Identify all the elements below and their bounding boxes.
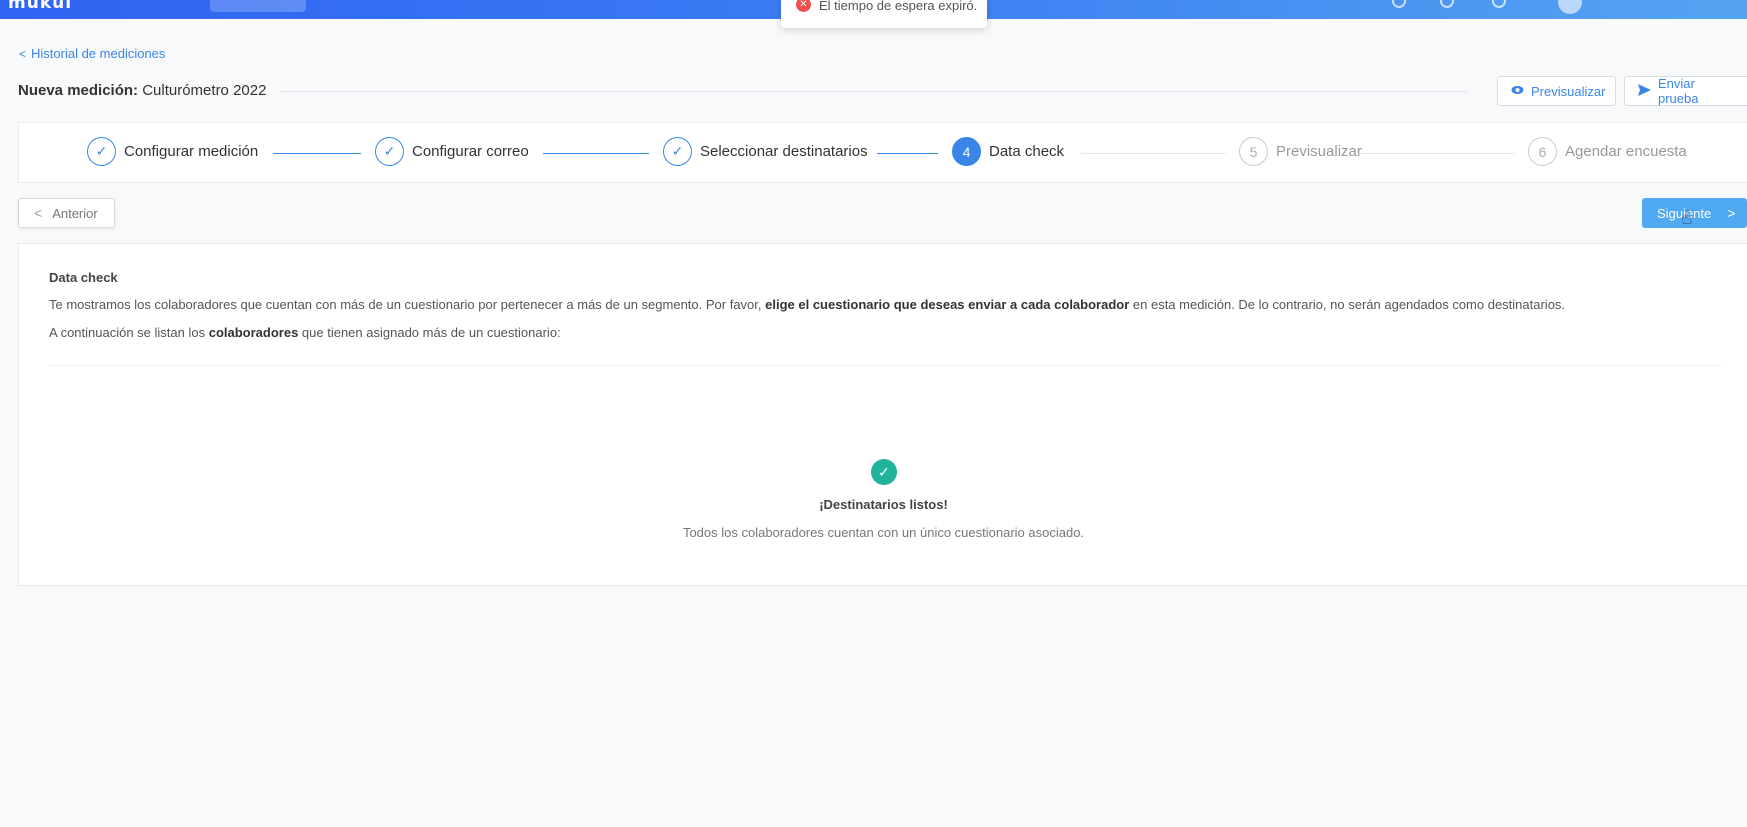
previous-button-label: Anterior (52, 205, 98, 221)
help-icon[interactable] (1440, 0, 1454, 8)
title-divider (280, 91, 1467, 92)
next-button[interactable]: Siguiente > (1642, 198, 1747, 228)
step-configurar-medicion[interactable]: ✓ Configurar medición (87, 137, 258, 166)
description-emphasis: elige el cuestionario que deseas enviar … (765, 297, 1130, 312)
preview-button[interactable]: Previsualizar (1497, 76, 1616, 106)
step-label: Configurar medición (124, 143, 259, 160)
empty-state-title: ¡Destinatarios listos! (819, 497, 948, 512)
breadcrumb-link[interactable]: Historial de mediciones (31, 46, 165, 61)
step-agendar-encuesta[interactable]: 6 Agendar encuesta (1528, 137, 1687, 166)
menu-icon[interactable] (1615, 0, 1629, 8)
step-data-check[interactable]: 4 Data check (952, 137, 1064, 166)
step-configurar-correo[interactable]: ✓ Configurar correo (375, 137, 529, 166)
page-title-prefix: Nueva medición: (18, 82, 139, 99)
content-divider (49, 365, 1721, 366)
step-number: 5 (1239, 137, 1268, 166)
step-label: Data check (989, 143, 1065, 160)
check-icon: ✓ (87, 137, 116, 166)
step-label: Agendar encuesta (1565, 143, 1687, 160)
error-circle-icon: ✕ (796, 0, 811, 12)
send-test-button[interactable]: Enviar prueba (1624, 76, 1747, 106)
chevron-left-icon: < (19, 46, 27, 61)
empty-state-text: Todos los colaboradores cuentan con un ú… (682, 525, 1085, 540)
success-check-icon: ✓ (871, 459, 897, 485)
step-label: Seleccionar destinatarios (700, 143, 868, 160)
step-number: 4 (952, 137, 981, 166)
step-label: Previsualizar (1276, 143, 1362, 160)
chevron-right-icon: > (1727, 205, 1736, 221)
step-previsualizar[interactable]: 5 Previsualizar (1239, 137, 1362, 166)
notifications-icon[interactable] (1392, 0, 1406, 8)
toast-message: El tiempo de espera expiró. (819, 0, 978, 13)
list-intro-paragraph: A continuación se listan los colaborador… (49, 325, 561, 340)
send-test-button-label: Enviar prueba (1658, 76, 1699, 106)
breadcrumb[interactable]: < Historial de mediciones (19, 46, 165, 61)
description-text: Te mostramos los colaboradores que cuent… (49, 297, 766, 312)
chevron-left-icon: < (34, 205, 43, 221)
check-icon: ✓ (375, 137, 404, 166)
send-icon (1638, 83, 1651, 99)
page-title-value: Culturómetro 2022 (142, 82, 267, 99)
list-intro-text: que tienen asignado más de un cuestionar… (298, 325, 561, 340)
description-paragraph: Te mostramos los colaboradores que cuent… (49, 297, 1565, 312)
eye-icon (1511, 84, 1524, 98)
error-toast: ✕ El tiempo de espera expiró. (781, 0, 987, 28)
nav-item[interactable] (110, 0, 150, 6)
step-number: 6 (1528, 137, 1557, 166)
step-connector (1081, 153, 1226, 154)
check-icon: ✓ (663, 137, 692, 166)
previous-button[interactable]: < Anterior (18, 198, 115, 228)
step-label: Configurar correo (412, 143, 529, 160)
app-logo[interactable]: mukul (8, 0, 72, 13)
section-heading: Data check (49, 270, 118, 285)
list-intro-emphasis: colaboradores (208, 325, 299, 340)
page-title: Nueva medición: Culturómetro 2022 (18, 82, 266, 99)
step-connector (543, 153, 649, 154)
step-connector (1359, 153, 1515, 154)
data-check-card: Data check Te mostramos los colaboradore… (18, 243, 1747, 586)
preview-button-label: Previsualizar (1531, 83, 1606, 99)
step-connector (273, 153, 361, 154)
step-connector (877, 153, 938, 154)
stepper: ✓ Configurar medición ✓ Configurar corre… (18, 122, 1747, 183)
settings-icon[interactable] (1492, 0, 1506, 8)
nav-item[interactable] (330, 0, 370, 6)
user-avatar[interactable] (1558, 0, 1582, 14)
step-seleccionar-destinatarios[interactable]: ✓ Seleccionar destinatarios (663, 137, 868, 166)
description-text: en esta medición. De lo contrario, no se… (1129, 297, 1566, 312)
list-intro-text: A continuación se listan los (49, 325, 209, 340)
nav-item-active[interactable] (210, 0, 306, 12)
